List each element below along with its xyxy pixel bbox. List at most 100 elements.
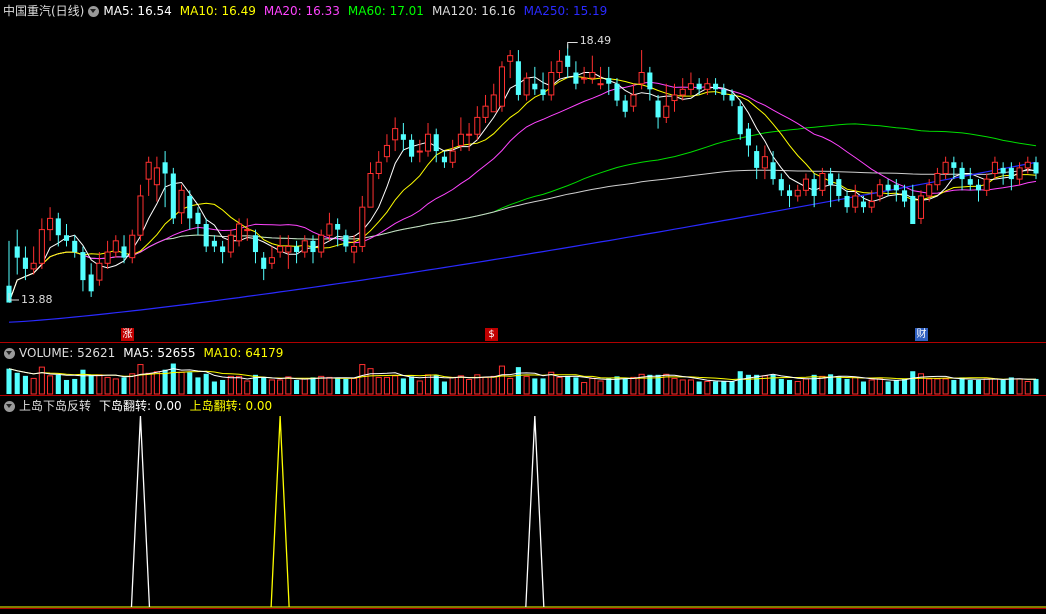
candle-body	[63, 235, 70, 241]
candle-body	[400, 134, 406, 140]
candle-body	[967, 179, 973, 185]
volume-bar	[38, 366, 45, 395]
candle-body	[1016, 167, 1023, 180]
candle-body	[786, 190, 793, 196]
candle-body	[359, 206, 366, 247]
ma60-line	[8, 123, 1037, 303]
candle-body	[220, 246, 226, 253]
candle-body	[729, 94, 735, 101]
volume-bar	[696, 381, 702, 394]
candle-body	[852, 195, 859, 208]
stock-chart[interactable]	[0, 0, 1046, 614]
volume-bar	[409, 376, 415, 394]
volume-bar	[14, 372, 20, 394]
candle-body	[548, 72, 555, 96]
volume-bar	[335, 378, 341, 394]
volume-bar	[729, 381, 735, 394]
candle-body	[137, 195, 144, 236]
candle-body	[910, 195, 916, 224]
volume-bar	[868, 379, 875, 395]
volume-bar	[794, 381, 801, 395]
volume-bar	[96, 374, 103, 395]
event-badge-2[interactable]: 财	[915, 328, 928, 341]
candle-body	[236, 223, 243, 242]
volume-bar	[1033, 378, 1039, 394]
volume-bar	[187, 372, 193, 394]
candle-body	[515, 61, 521, 95]
volume-bar	[220, 379, 226, 394]
volume-bar	[786, 379, 793, 394]
volume-bar	[22, 375, 28, 394]
candle-body	[926, 184, 933, 197]
candle-body	[22, 257, 28, 269]
candle-body	[301, 240, 308, 253]
volume-bar	[811, 374, 817, 394]
candle-body	[696, 83, 702, 90]
volume-bar	[852, 376, 859, 395]
candle-body	[655, 100, 661, 118]
candle-body	[523, 77, 530, 96]
volume-bar	[573, 377, 579, 394]
candle-body	[227, 234, 234, 253]
candle-body	[466, 133, 473, 136]
candle-body	[876, 184, 883, 197]
candle-body	[737, 106, 743, 135]
volume-bar	[112, 378, 119, 395]
candle-body	[630, 94, 637, 107]
volume-bar	[343, 378, 349, 394]
candle-body	[187, 195, 193, 219]
candle-body	[129, 234, 136, 259]
volume-bar	[367, 368, 374, 395]
candle-body	[770, 162, 776, 180]
volume-bar	[926, 378, 933, 395]
volume-bar	[606, 378, 612, 394]
volume-bar	[910, 371, 916, 394]
candle-body	[975, 184, 982, 191]
volume-bar	[713, 381, 719, 394]
candle-body	[721, 89, 727, 95]
volume-bar	[203, 373, 209, 394]
candle-body	[145, 161, 152, 180]
candle-body	[1033, 162, 1039, 174]
high-price-label: 18.49	[579, 34, 612, 48]
candle-body	[375, 161, 382, 174]
candle-body	[474, 116, 481, 135]
volume-bar	[507, 377, 514, 395]
candle-body	[162, 162, 168, 174]
candle-body	[540, 89, 546, 95]
candle-body	[433, 134, 439, 152]
candle-body	[901, 190, 908, 202]
volume-bar	[30, 377, 37, 395]
candle-body	[490, 94, 497, 113]
candle-body	[482, 105, 489, 118]
low-price-label: 13.88	[21, 292, 53, 306]
volume-bar	[1016, 378, 1023, 395]
candle-body	[679, 88, 686, 96]
candle-body	[392, 128, 399, 141]
candle-body	[47, 217, 54, 231]
volume-bar	[211, 381, 217, 394]
candle-body	[663, 105, 670, 118]
volume-bar	[449, 376, 456, 395]
volume-bar	[482, 376, 489, 395]
candle-body	[310, 240, 316, 253]
candle-body	[38, 229, 45, 264]
volume-bar	[942, 378, 949, 395]
candle-body	[581, 77, 588, 80]
candle-body	[917, 195, 925, 219]
candle-body	[836, 179, 842, 196]
volume-bar	[548, 371, 555, 395]
volume-bar	[498, 365, 506, 395]
volume-bar	[104, 376, 111, 395]
candle-body	[367, 173, 374, 208]
candle-body	[252, 235, 259, 253]
volume-bar	[737, 371, 743, 394]
volume-bar	[934, 378, 941, 395]
volume-bar	[622, 378, 628, 394]
volume-bar	[72, 378, 78, 394]
candle-body	[294, 246, 300, 253]
candle-body	[170, 173, 176, 219]
event-badge-1[interactable]: $	[485, 328, 498, 341]
event-badge-0[interactable]: 涨	[121, 328, 134, 341]
volume-bar	[294, 379, 300, 394]
